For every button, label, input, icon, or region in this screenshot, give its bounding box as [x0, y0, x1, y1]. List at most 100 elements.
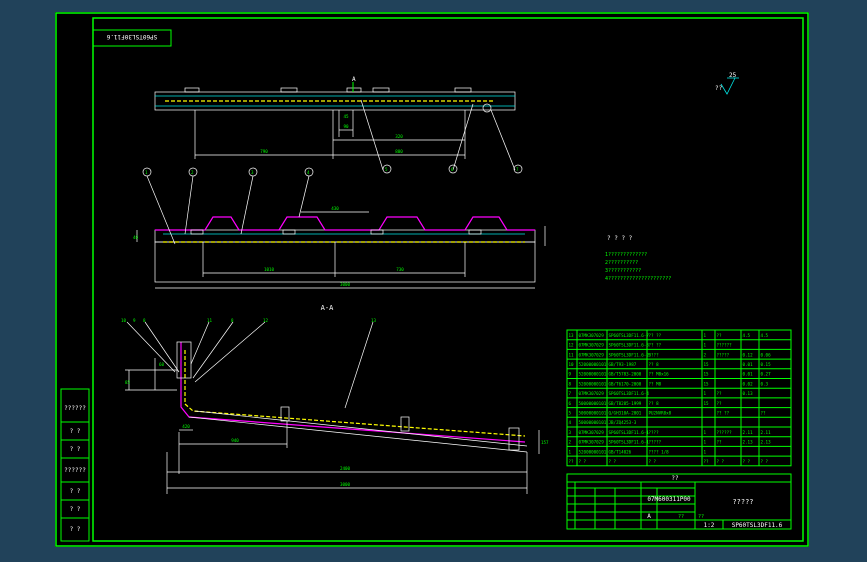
bom-cell: ????? [649, 440, 662, 445]
svg-text:3000: 3000 [340, 482, 351, 487]
bom-cell: 50000000101 [579, 411, 607, 416]
svg-text:11: 11 [207, 318, 213, 323]
svg-text:3: 3 [251, 170, 254, 175]
bom-cell: 4.5 [761, 333, 769, 338]
svg-text:1: 1 [145, 170, 148, 175]
svg-text:45: 45 [343, 114, 349, 119]
bom-cell: 2.13 [743, 440, 754, 445]
svg-text:157: 157 [541, 440, 549, 445]
svg-text:1:2: 1:2 [704, 522, 715, 529]
svg-text:??????: ?????? [64, 467, 86, 474]
svg-text:07M600311P00: 07M600311P00 [647, 496, 691, 503]
bom-cell: ?? [761, 411, 767, 416]
bom-cell: 50000000101 [579, 420, 607, 425]
svg-text:A: A [647, 513, 651, 520]
svg-text:1010: 1010 [264, 267, 275, 272]
svg-text:40: 40 [133, 235, 139, 240]
bom-cell: ?? ?? [649, 333, 662, 338]
svg-text:790: 790 [260, 149, 268, 154]
svg-text:60: 60 [159, 362, 165, 367]
bom-cell: 2.11 [743, 430, 754, 435]
bom-cell: ?? 8 [649, 401, 660, 406]
bom-cell: JB/ZQ4253-3 [609, 420, 637, 425]
top-view: 790 320 800 90 45 A 5 6 7 [154, 76, 523, 174]
bom-cell: 50000000101 [579, 401, 607, 406]
svg-text:??: ?? [715, 85, 723, 92]
svg-text:?????: ????? [732, 498, 753, 506]
svg-text:7: 7 [516, 167, 519, 172]
tech-notes: ? ? ? ? 1????????????? 2?????????? 3????… [605, 235, 671, 282]
bom-cell: GB/T5783-2000 [609, 372, 642, 377]
bom-cell: SP60TSL3DF11.6-2 [609, 352, 650, 357]
bom-cell: 1 [704, 333, 707, 338]
bom-cell: 1 [704, 430, 707, 435]
bom-cell: 8 [569, 381, 572, 386]
bom-cell: 1 [569, 449, 572, 454]
bom-cell: 4 [569, 420, 572, 425]
bom-cell: ?? [717, 391, 723, 396]
inner-border [92, 17, 804, 542]
bom-cell: 07MK307029 [579, 333, 605, 338]
svg-text:85: 85 [125, 380, 131, 385]
middle-view: 40 1010 730 3000 430 1 2 3 4 [133, 167, 546, 289]
bom-cell: ?? 8 [649, 362, 660, 367]
bom-cell: 1 [704, 440, 707, 445]
bom-cell: ?? [717, 440, 723, 445]
svg-text:??: ?? [698, 514, 704, 520]
svg-text:? ?: ? ? [70, 446, 81, 453]
svg-text:12: 12 [263, 318, 269, 323]
mirrored-stamp: SP60TSL30F11.6 [92, 29, 172, 47]
bom-cell: SP60TSL3DF11.6-1 [609, 430, 650, 435]
bom-cell: 4.5 [743, 333, 751, 338]
bom-cell: GB/T6170-2000 [609, 381, 642, 386]
bom-cell: 0.01 [743, 362, 754, 367]
svg-text:2: 2 [191, 170, 194, 175]
bom-cell: 15 [704, 362, 710, 367]
svg-text:3000: 3000 [340, 282, 351, 287]
bom-cell: 2.11 [761, 430, 772, 435]
bom-cell: 0.27 [761, 372, 772, 377]
svg-text:25: 25 [729, 72, 737, 79]
bom-cell: ?????? [717, 430, 733, 435]
cad-viewport[interactable]: SP60TSL30F11.6 ?????? ? ? ? ? ?????? ? ?… [0, 0, 867, 562]
bom-cell: SP60TSL3DF11.6-7 [609, 333, 650, 338]
svg-text:A: A [352, 76, 356, 83]
svg-text:1?????????????: 1????????????? [605, 252, 647, 258]
bom-cell: ?? ?? [649, 343, 662, 348]
svg-text:10: 10 [121, 318, 127, 323]
svg-text:??: ?? [671, 475, 679, 482]
bom-cell: ???? 1/8 [649, 449, 670, 454]
bom-cell: ? ? [609, 459, 617, 464]
svg-text:? ?: ? ? [70, 488, 81, 495]
svg-text:90: 90 [343, 124, 349, 129]
bom-cell: 07MK307029 [579, 343, 605, 348]
svg-text:13: 13 [371, 318, 377, 323]
bill-of-materials: 13 07MK307029 SP60TSL3DF11.6-7?? ?? 1?? 4.5 4… [566, 329, 792, 467]
svg-text:??????: ?????? [64, 405, 86, 412]
side-block: ?????? ? ? ? ? ?????? ? ? ? ? ? ? [60, 388, 90, 542]
svg-text:SP60TSL3DF11.6: SP60TSL3DF11.6 [732, 522, 783, 529]
bom-cell: GB/T14026 [609, 449, 632, 454]
bom-cell: ?? [704, 459, 710, 464]
bom-cell: 52000000101 [579, 449, 607, 454]
bom-cell: 07MK307029 [579, 430, 605, 435]
bom-cell: SP60TSL3DF11.6-4 [609, 391, 650, 396]
roughness-symbol: 25 ?? [715, 72, 739, 95]
bom-cell: ? ? [761, 459, 769, 464]
svg-text:4: 4 [307, 170, 310, 175]
bom-cell: 1 [704, 343, 707, 348]
bom-cell: 0.3 [761, 381, 769, 386]
bom-cell: ?? [569, 459, 575, 464]
drawing-sheet[interactable]: SP60TSL30F11.6 ?????? ? ? ? ? ?????? ? ?… [55, 12, 809, 547]
svg-text:? ? ? ?: ? ? ? ? [607, 235, 633, 242]
svg-text:8: 8 [231, 318, 234, 323]
bom-cell: GB/T8285-1999 [609, 401, 642, 406]
svg-text:730: 730 [396, 267, 404, 272]
bom-cell: ?? [717, 333, 723, 338]
bom-cell: Q/GH310A-2001 [609, 411, 642, 416]
bom-cell: 0.02 [743, 381, 754, 386]
svg-text:4?????????????????????: 4????????????????????? [605, 276, 671, 282]
svg-text:5: 5 [385, 167, 388, 172]
bom-cell: ????? [717, 352, 730, 357]
drawing-canvas: SP60TSL30F11.6 ?????? ? ? ? ? ?????? ? ?… [55, 12, 809, 547]
